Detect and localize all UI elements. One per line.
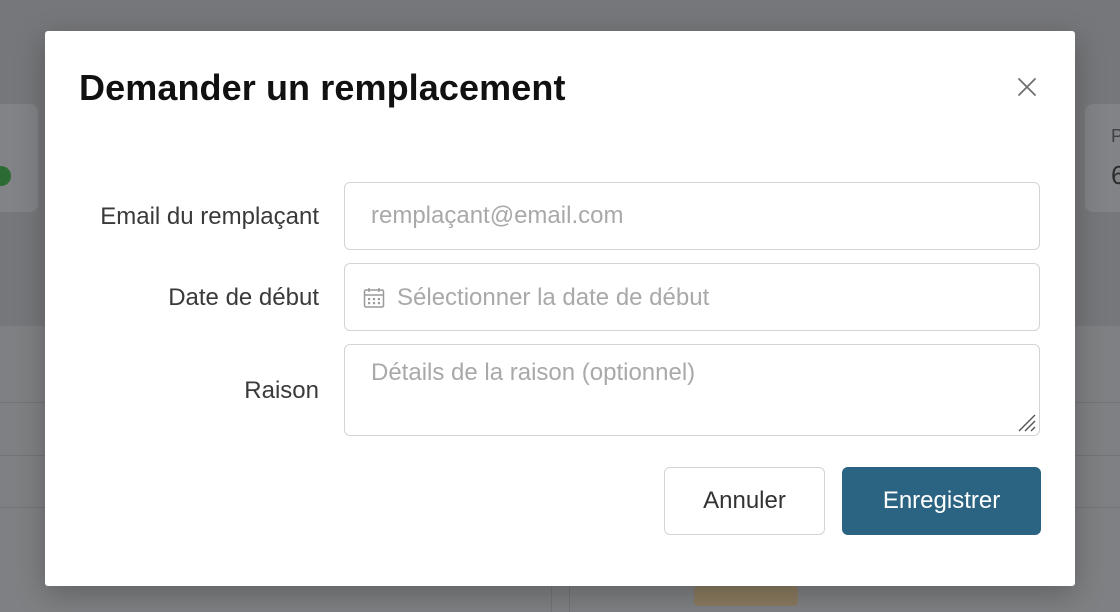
start-date-placeholder: Sélectionner la date de début bbox=[397, 284, 710, 311]
background-card-value: 6 bbox=[1111, 160, 1120, 190]
background-stat-card: P 6 bbox=[1085, 104, 1120, 212]
save-button[interactable]: Enregistrer bbox=[842, 467, 1041, 535]
replacement-request-dialog: Demander un remplacement Email du rempla… bbox=[45, 31, 1075, 586]
reason-textarea[interactable] bbox=[344, 344, 1040, 436]
dialog-title: Demander un remplacement bbox=[79, 67, 566, 108]
close-button[interactable] bbox=[1011, 71, 1043, 103]
start-date-label: Date de début bbox=[168, 284, 319, 311]
email-field[interactable] bbox=[344, 182, 1040, 250]
resize-handle-icon[interactable] bbox=[1016, 412, 1036, 432]
close-icon bbox=[1018, 78, 1036, 96]
reason-field-label: Raison bbox=[244, 377, 319, 404]
background-tag bbox=[694, 586, 798, 606]
background-stat-card bbox=[0, 104, 38, 212]
cancel-button[interactable]: Annuler bbox=[664, 467, 825, 535]
background-card-label: P bbox=[1111, 126, 1120, 146]
calendar-icon bbox=[363, 288, 385, 308]
start-date-picker[interactable]: Sélectionner la date de début bbox=[344, 263, 1040, 331]
email-field-label: Email du remplaçant bbox=[100, 203, 319, 230]
